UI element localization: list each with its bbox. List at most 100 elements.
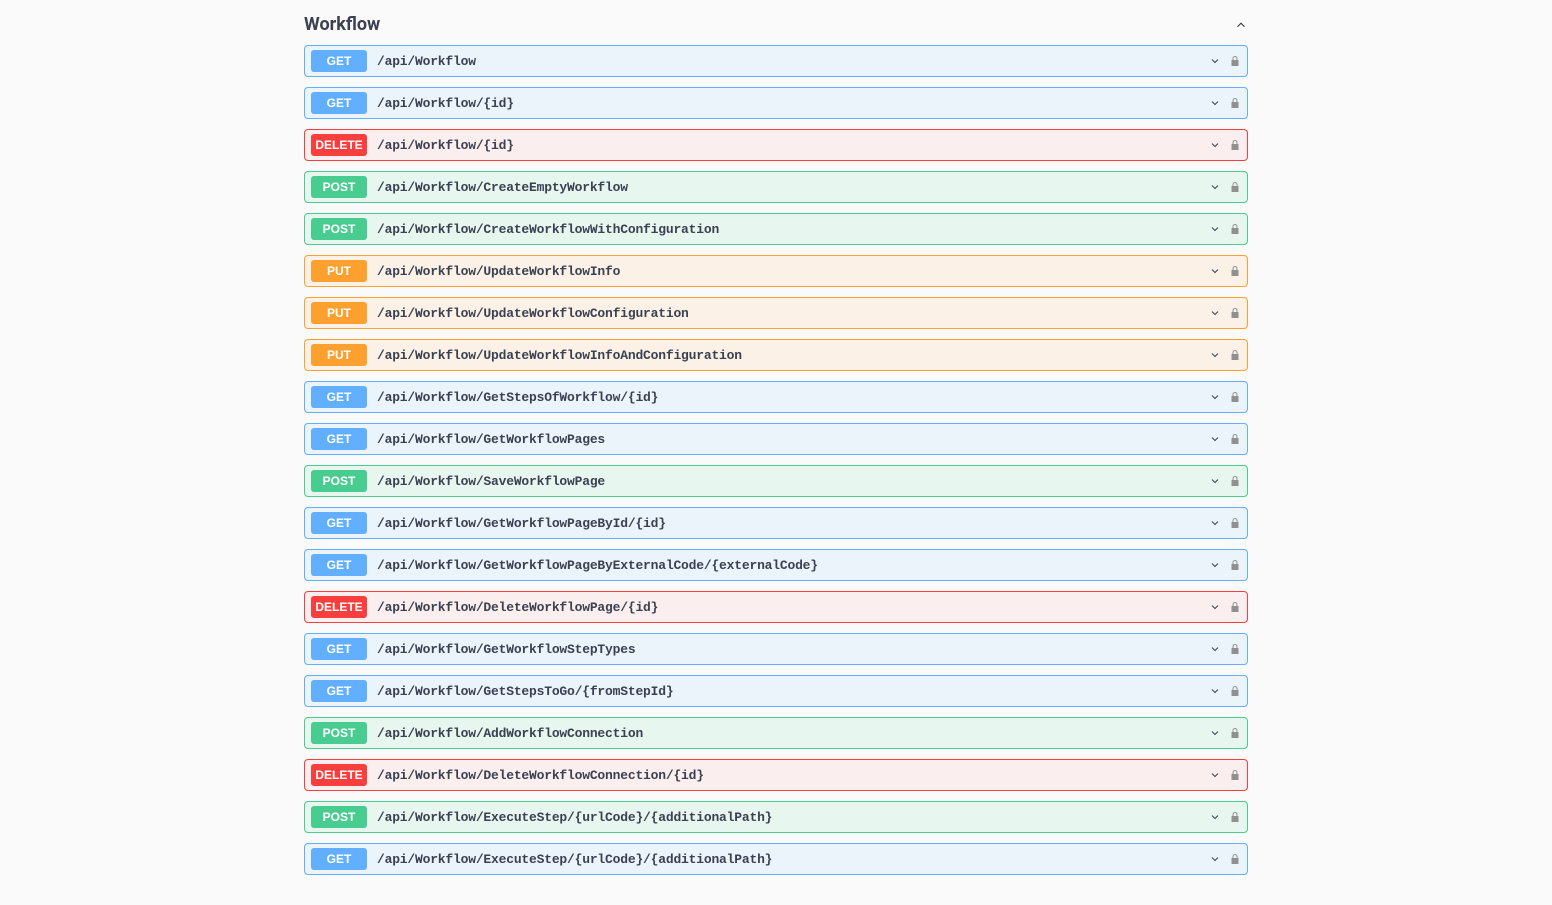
lock-icon[interactable] (1229, 391, 1241, 403)
method-badge: DELETE (311, 134, 367, 156)
lock-icon[interactable] (1229, 727, 1241, 739)
method-badge: POST (311, 176, 367, 198)
endpoint-row[interactable]: GET/api/Workflow/{id} (304, 87, 1248, 119)
endpoint-row[interactable]: POST/api/Workflow/AddWorkflowConnection (304, 717, 1248, 749)
endpoint-row[interactable]: PUT/api/Workflow/UpdateWorkflowInfo (304, 255, 1248, 287)
lock-icon[interactable] (1229, 853, 1241, 865)
chevron-down-icon[interactable] (1209, 643, 1221, 655)
endpoint-actions (1209, 811, 1241, 823)
endpoint-row[interactable]: POST/api/Workflow/CreateWorkflowWithConf… (304, 213, 1248, 245)
endpoint-row[interactable]: PUT/api/Workflow/UpdateWorkflowConfigura… (304, 297, 1248, 329)
endpoint-row[interactable]: GET/api/Workflow/GetWorkflowStepTypes (304, 633, 1248, 665)
endpoint-path: /api/Workflow/GetWorkflowStepTypes (377, 642, 1209, 657)
endpoint-row[interactable]: POST/api/Workflow/SaveWorkflowPage (304, 465, 1248, 497)
chevron-down-icon[interactable] (1209, 853, 1221, 865)
chevron-down-icon[interactable] (1209, 265, 1221, 277)
method-badge: GET (311, 638, 367, 660)
lock-icon[interactable] (1229, 223, 1241, 235)
method-badge: GET (311, 680, 367, 702)
endpoint-actions (1209, 643, 1241, 655)
lock-icon[interactable] (1229, 433, 1241, 445)
lock-icon[interactable] (1229, 517, 1241, 529)
chevron-down-icon[interactable] (1209, 223, 1221, 235)
lock-icon[interactable] (1229, 181, 1241, 193)
endpoint-row[interactable]: GET/api/Workflow/GetWorkflowPages (304, 423, 1248, 455)
method-badge: GET (311, 428, 367, 450)
lock-icon[interactable] (1229, 559, 1241, 571)
chevron-down-icon[interactable] (1209, 559, 1221, 571)
chevron-down-icon[interactable] (1209, 307, 1221, 319)
method-badge: DELETE (311, 596, 367, 618)
endpoint-actions (1209, 391, 1241, 403)
endpoint-actions (1209, 601, 1241, 613)
lock-icon[interactable] (1229, 55, 1241, 67)
endpoint-path: /api/Workflow/GetStepsOfWorkflow/{id} (377, 390, 1209, 405)
lock-icon[interactable] (1229, 685, 1241, 697)
collapse-toggle[interactable] (1234, 18, 1248, 32)
endpoint-actions (1209, 139, 1241, 151)
endpoint-actions (1209, 559, 1241, 571)
method-badge: GET (311, 386, 367, 408)
endpoint-path: /api/Workflow/GetWorkflowPages (377, 432, 1209, 447)
endpoint-row[interactable]: DELETE/api/Workflow/{id} (304, 129, 1248, 161)
lock-icon[interactable] (1229, 265, 1241, 277)
endpoint-path: /api/Workflow/SaveWorkflowPage (377, 474, 1209, 489)
endpoint-row[interactable]: POST/api/Workflow/ExecuteStep/{urlCode}/… (304, 801, 1248, 833)
endpoint-path: /api/Workflow/AddWorkflowConnection (377, 726, 1209, 741)
endpoint-row[interactable]: PUT/api/Workflow/UpdateWorkflowInfoAndCo… (304, 339, 1248, 371)
endpoint-actions (1209, 517, 1241, 529)
endpoint-actions (1209, 307, 1241, 319)
endpoint-row[interactable]: GET/api/Workflow/GetWorkflowPageById/{id… (304, 507, 1248, 539)
method-badge: DELETE (311, 764, 367, 786)
endpoint-path: /api/Workflow (377, 54, 1209, 69)
lock-icon[interactable] (1229, 97, 1241, 109)
chevron-down-icon[interactable] (1209, 391, 1221, 403)
lock-icon[interactable] (1229, 643, 1241, 655)
endpoint-row[interactable]: GET/api/Workflow (304, 45, 1248, 77)
chevron-down-icon[interactable] (1209, 517, 1221, 529)
chevron-down-icon[interactable] (1209, 181, 1221, 193)
endpoint-row[interactable]: GET/api/Workflow/ExecuteStep/{urlCode}/{… (304, 843, 1248, 875)
endpoint-row[interactable]: GET/api/Workflow/GetWorkflowPageByExtern… (304, 549, 1248, 581)
chevron-down-icon[interactable] (1209, 433, 1221, 445)
chevron-down-icon[interactable] (1209, 475, 1221, 487)
endpoint-row[interactable]: DELETE/api/Workflow/DeleteWorkflowConnec… (304, 759, 1248, 791)
chevron-down-icon[interactable] (1209, 349, 1221, 361)
section-header[interactable]: Workflow (304, 10, 1248, 45)
lock-icon[interactable] (1229, 349, 1241, 361)
method-badge: PUT (311, 344, 367, 366)
endpoint-path: /api/Workflow/DeleteWorkflowConnection/{… (377, 768, 1209, 783)
chevron-down-icon[interactable] (1209, 139, 1221, 151)
endpoints-list: GET/api/Workflow GET/api/Workflow/{id} DEL… (304, 45, 1248, 875)
endpoint-row[interactable]: GET/api/Workflow/GetStepsOfWorkflow/{id} (304, 381, 1248, 413)
endpoint-actions (1209, 349, 1241, 361)
endpoint-actions (1209, 727, 1241, 739)
endpoint-actions (1209, 55, 1241, 67)
chevron-down-icon[interactable] (1209, 811, 1221, 823)
endpoint-actions (1209, 97, 1241, 109)
lock-icon[interactable] (1229, 307, 1241, 319)
endpoint-row[interactable]: GET/api/Workflow/GetStepsToGo/{fromStepI… (304, 675, 1248, 707)
endpoint-path: /api/Workflow/GetStepsToGo/{fromStepId} (377, 684, 1209, 699)
method-badge: GET (311, 512, 367, 534)
chevron-down-icon[interactable] (1209, 55, 1221, 67)
method-badge: GET (311, 554, 367, 576)
lock-icon[interactable] (1229, 475, 1241, 487)
chevron-down-icon[interactable] (1209, 727, 1221, 739)
lock-icon[interactable] (1229, 769, 1241, 781)
method-badge: POST (311, 722, 367, 744)
lock-icon[interactable] (1229, 811, 1241, 823)
lock-icon[interactable] (1229, 601, 1241, 613)
method-badge: GET (311, 848, 367, 870)
endpoint-path: /api/Workflow/UpdateWorkflowInfo (377, 264, 1209, 279)
endpoint-row[interactable]: DELETE/api/Workflow/DeleteWorkflowPage/{… (304, 591, 1248, 623)
chevron-down-icon[interactable] (1209, 769, 1221, 781)
chevron-down-icon[interactable] (1209, 601, 1221, 613)
chevron-down-icon[interactable] (1209, 685, 1221, 697)
endpoint-path: /api/Workflow/CreateEmptyWorkflow (377, 180, 1209, 195)
lock-icon[interactable] (1229, 139, 1241, 151)
endpoint-path: /api/Workflow/GetWorkflowPageByExternalC… (377, 558, 1209, 573)
endpoint-row[interactable]: POST/api/Workflow/CreateEmptyWorkflow (304, 171, 1248, 203)
chevron-down-icon[interactable] (1209, 97, 1221, 109)
endpoint-path: /api/Workflow/CreateWorkflowWithConfigur… (377, 222, 1209, 237)
